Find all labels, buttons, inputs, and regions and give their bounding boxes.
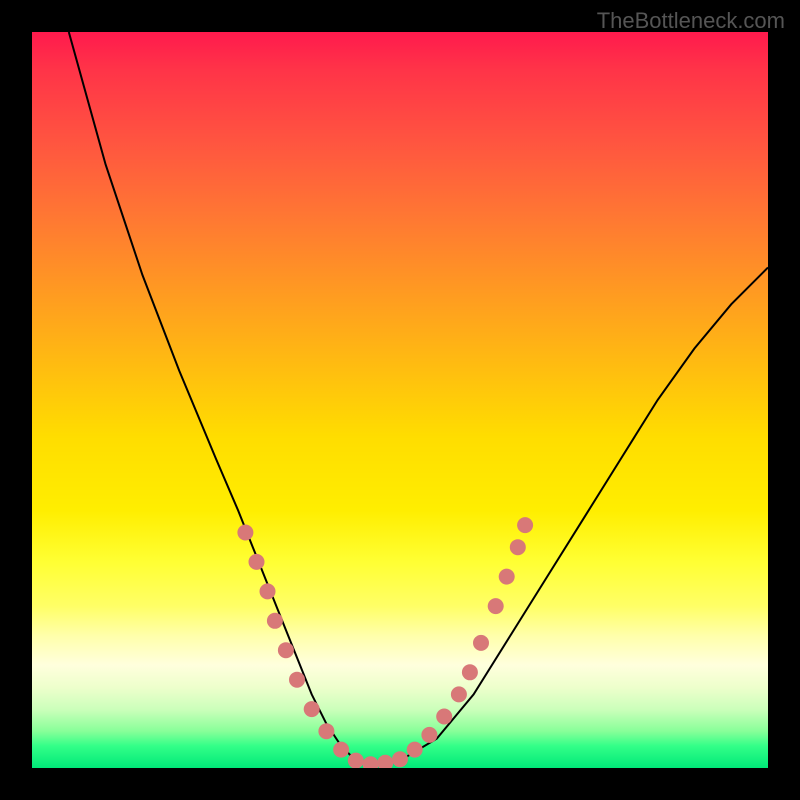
curve-marker — [488, 598, 504, 614]
curve-marker — [421, 727, 437, 743]
curve-marker — [462, 664, 478, 680]
chart-plot-area — [32, 32, 768, 768]
curve-marker — [363, 756, 379, 768]
curve-marker — [267, 613, 283, 629]
curve-marker — [348, 753, 364, 768]
curve-marker — [473, 635, 489, 651]
curve-marker — [407, 742, 423, 758]
curve-marker — [510, 539, 526, 555]
curve-marker — [517, 517, 533, 533]
watermark-text: TheBottleneck.com — [597, 8, 785, 34]
bottleneck-curve — [69, 32, 768, 764]
curve-marker — [436, 709, 452, 725]
curve-marker — [318, 723, 334, 739]
curve-markers — [237, 517, 533, 768]
curve-marker — [499, 569, 515, 585]
curve-marker — [260, 583, 276, 599]
curve-marker — [237, 525, 253, 541]
curve-marker — [333, 742, 349, 758]
chart-svg — [32, 32, 768, 768]
curve-marker — [451, 686, 467, 702]
curve-marker — [278, 642, 294, 658]
curve-marker — [249, 554, 265, 570]
curve-marker — [289, 672, 305, 688]
curve-marker — [392, 751, 408, 767]
curve-marker — [377, 755, 393, 768]
curve-marker — [304, 701, 320, 717]
